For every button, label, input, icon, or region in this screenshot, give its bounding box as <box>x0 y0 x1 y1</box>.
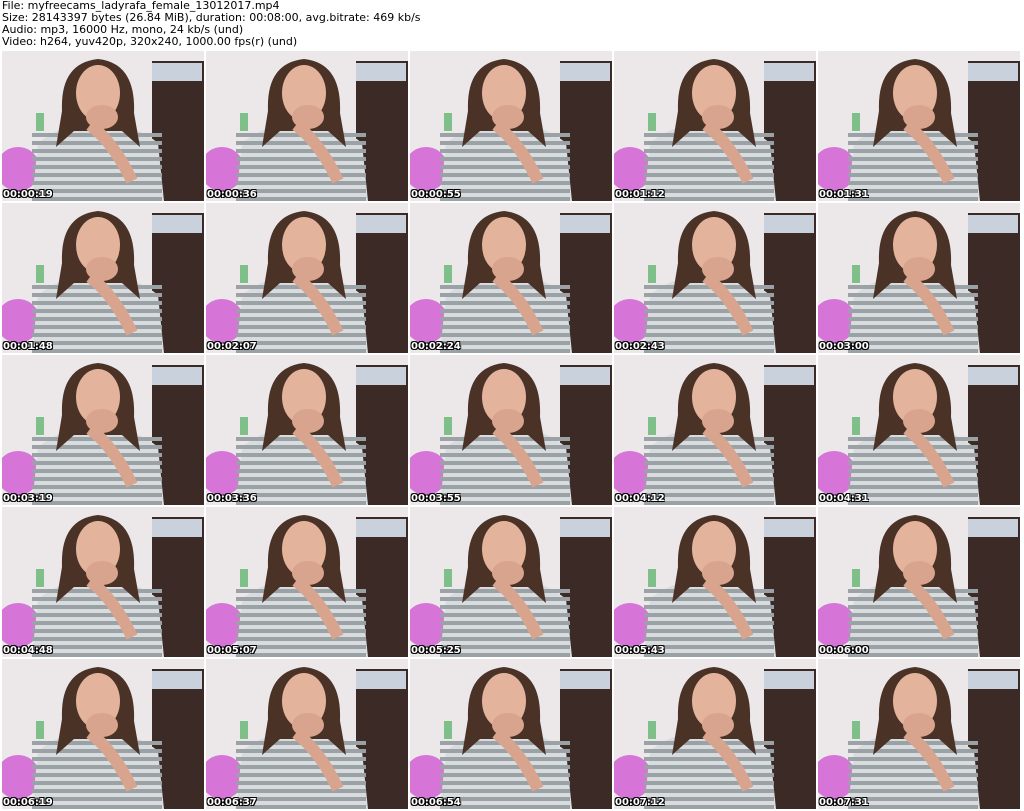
thumbnail-timestamp: 00:07:31 <box>819 797 869 808</box>
thumbnail-timestamp: 00:06:54 <box>411 797 461 808</box>
thumbnail-timestamp: 00:06:19 <box>3 797 53 808</box>
frame-image <box>206 51 408 201</box>
thumbnail-timestamp: 00:01:48 <box>3 341 53 352</box>
thumbnail-timestamp: 00:06:00 <box>819 645 869 656</box>
video-thumbnail: 00:00:19 <box>2 51 204 201</box>
video-thumbnail: 00:00:36 <box>206 51 408 201</box>
frame-image <box>614 203 816 353</box>
video-thumbnail: 00:05:25 <box>410 507 612 657</box>
frame-image <box>818 51 1020 201</box>
thumbnail-timestamp: 00:02:43 <box>615 341 665 352</box>
frame-image <box>2 203 204 353</box>
thumbnail-timestamp: 00:05:07 <box>207 645 257 656</box>
frame-image <box>206 355 408 505</box>
thumbnail-timestamp: 00:04:31 <box>819 493 869 504</box>
frame-image <box>410 659 612 809</box>
thumbnail-timestamp: 00:01:12 <box>615 189 665 200</box>
frame-image <box>614 507 816 657</box>
video-thumbnail: 00:06:54 <box>410 659 612 809</box>
video-thumbnail: 00:01:31 <box>818 51 1020 201</box>
frame-image <box>2 507 204 657</box>
video-thumbnail: 00:04:12 <box>614 355 816 505</box>
thumbnail-timestamp: 00:03:19 <box>3 493 53 504</box>
video-thumbnail: 00:07:31 <box>818 659 1020 809</box>
frame-image <box>614 355 816 505</box>
frame-image <box>410 51 612 201</box>
video-thumbnail: 00:07:12 <box>614 659 816 809</box>
frame-image <box>410 507 612 657</box>
thumbnail-grid: 00:00:19 00:00:36 00:00:55 00:01:12 00:0… <box>0 51 1024 811</box>
video-thumbnail: 00:06:19 <box>2 659 204 809</box>
frame-image <box>818 507 1020 657</box>
frame-image <box>410 355 612 505</box>
thumbnail-timestamp: 00:02:24 <box>411 341 461 352</box>
video-thumbnail: 00:01:48 <box>2 203 204 353</box>
thumbnail-timestamp: 00:01:31 <box>819 189 869 200</box>
video-thumbnail: 00:04:48 <box>2 507 204 657</box>
frame-image <box>2 51 204 201</box>
thumbnail-timestamp: 00:04:48 <box>3 645 53 656</box>
video-thumbnail: 00:06:00 <box>818 507 1020 657</box>
thumbnail-timestamp: 00:04:12 <box>615 493 665 504</box>
file-info-header: File: myfreecams_ladyrafa_female_1301201… <box>2 0 1022 50</box>
thumbnail-timestamp: 00:03:55 <box>411 493 461 504</box>
thumbnail-timestamp: 00:00:19 <box>3 189 53 200</box>
video-thumbnail: 00:05:07 <box>206 507 408 657</box>
video-thumbnail: 00:01:12 <box>614 51 816 201</box>
video-thumbnail: 00:02:24 <box>410 203 612 353</box>
thumbnail-timestamp: 00:03:36 <box>207 493 257 504</box>
thumbnail-timestamp: 00:06:37 <box>207 797 257 808</box>
video-thumbnail: 00:03:36 <box>206 355 408 505</box>
video-thumbnail: 00:02:07 <box>206 203 408 353</box>
thumbnail-timestamp: 00:00:55 <box>411 189 461 200</box>
video-info-line: Video: h264, yuv420p, 320x240, 1000.00 f… <box>2 35 298 48</box>
frame-image <box>2 659 204 809</box>
video-thumbnail: 00:00:55 <box>410 51 612 201</box>
video-thumbnail: 00:03:19 <box>2 355 204 505</box>
thumbnail-timestamp: 00:03:00 <box>819 341 869 352</box>
frame-image <box>614 659 816 809</box>
thumbnail-timestamp: 00:02:07 <box>207 341 257 352</box>
thumbnail-timestamp: 00:00:36 <box>207 189 257 200</box>
frame-image <box>2 355 204 505</box>
video-thumbnail: 00:03:00 <box>818 203 1020 353</box>
frame-image <box>206 659 408 809</box>
thumbnail-timestamp: 00:05:25 <box>411 645 461 656</box>
frame-image <box>614 51 816 201</box>
frame-image <box>206 203 408 353</box>
video-thumbnail: 00:03:55 <box>410 355 612 505</box>
frame-image <box>818 355 1020 505</box>
video-thumbnail: 00:02:43 <box>614 203 816 353</box>
frame-image <box>818 203 1020 353</box>
thumbnail-timestamp: 00:07:12 <box>615 797 665 808</box>
frame-image <box>206 507 408 657</box>
thumbnail-timestamp: 00:05:43 <box>615 645 665 656</box>
frame-image <box>410 203 612 353</box>
video-thumbnail: 00:06:37 <box>206 659 408 809</box>
video-thumbnail: 00:04:31 <box>818 355 1020 505</box>
frame-image <box>818 659 1020 809</box>
video-thumbnail: 00:05:43 <box>614 507 816 657</box>
